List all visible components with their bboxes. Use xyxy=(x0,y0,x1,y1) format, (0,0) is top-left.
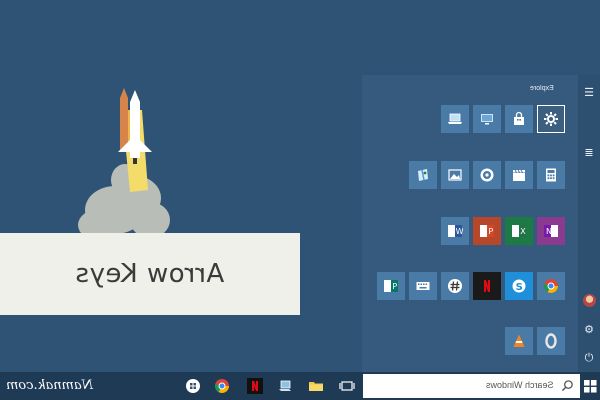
store-tile[interactable] xyxy=(505,105,533,133)
photos-tile[interactable] xyxy=(441,161,469,189)
keyboard-tile[interactable] xyxy=(409,272,437,300)
banner-title: Arrow Keys xyxy=(75,259,225,289)
shopping-bag-icon xyxy=(514,111,524,125)
onenote-tile[interactable]: N xyxy=(537,217,565,245)
chrome-icon xyxy=(544,279,558,293)
groove-tile[interactable] xyxy=(473,161,501,189)
rocket-illustration xyxy=(78,88,170,240)
search-placeholder: Search Windows xyxy=(486,380,554,390)
hashtag-icon xyxy=(448,279,462,293)
windows-logo-icon xyxy=(583,379,597,393)
gear-icon xyxy=(544,112,558,126)
laptop-tile[interactable] xyxy=(441,105,469,133)
file-explorer-icon[interactable] xyxy=(307,377,325,395)
image-icon xyxy=(448,169,462,181)
onenote-icon: N xyxy=(544,225,558,237)
skype-icon: S xyxy=(512,279,526,293)
disc-icon xyxy=(480,168,494,182)
map-icon xyxy=(418,169,428,181)
movies-tile[interactable] xyxy=(505,161,533,189)
remote-tile[interactable] xyxy=(473,105,501,133)
power-icon[interactable]: ⏻ xyxy=(578,347,600,369)
windows-store-icon[interactable] xyxy=(184,377,202,395)
clapperboard-icon xyxy=(513,169,525,181)
svg-text:N: N xyxy=(546,227,552,236)
opera-tile[interactable] xyxy=(537,327,565,355)
svg-text:P: P xyxy=(488,227,493,236)
publisher-icon: P xyxy=(384,280,398,292)
word-icon: W xyxy=(448,225,463,237)
svg-text:W: W xyxy=(456,227,463,236)
user-avatar[interactable] xyxy=(578,289,600,311)
laptop-icon xyxy=(448,113,462,124)
excel-tile[interactable]: X xyxy=(505,217,533,245)
title-banner: Arrow Keys xyxy=(0,233,300,315)
skype-tile[interactable]: S xyxy=(505,272,533,300)
ring-icon xyxy=(545,333,557,349)
chrome-icon[interactable] xyxy=(213,377,231,395)
taskbar: Namnak.com Search Windows xyxy=(0,372,600,400)
start-menu-rail: ☰ ≣ ⚙ ⏻ xyxy=(578,75,600,375)
svg-text:S: S xyxy=(516,282,523,293)
start-menu: Explore N X P W S P ☰ ≣ ⚙ ⏻ xyxy=(362,75,600,375)
svg-text:P: P xyxy=(392,282,397,291)
search-icon xyxy=(561,380,573,392)
avatar xyxy=(582,293,596,307)
word-tile[interactable]: W xyxy=(441,217,469,245)
slack-tile[interactable] xyxy=(441,272,469,300)
start-button[interactable] xyxy=(582,378,598,394)
search-input[interactable]: Search Windows xyxy=(363,374,580,398)
calculator-icon xyxy=(546,168,556,182)
powerpoint-tile[interactable]: P xyxy=(473,217,501,245)
vlc-tile[interactable] xyxy=(505,327,533,355)
hamburger-icon[interactable]: ☰ xyxy=(578,81,600,103)
all-apps-icon[interactable]: ≣ xyxy=(578,141,600,163)
excel-icon: X xyxy=(512,225,526,237)
cone-icon xyxy=(513,334,525,347)
settings-icon[interactable]: ⚙ xyxy=(578,318,600,340)
netflix-icon[interactable] xyxy=(246,377,264,395)
netflix-tile[interactable] xyxy=(473,272,501,300)
settings-tile[interactable] xyxy=(537,105,565,133)
chrome-tile[interactable] xyxy=(537,272,565,300)
task-view-icon[interactable] xyxy=(338,377,356,395)
edge-icon[interactable] xyxy=(276,377,294,395)
tile-group-label: Explore xyxy=(530,85,554,92)
monitor-icon xyxy=(481,114,493,125)
keyboard-icon xyxy=(416,282,430,290)
calculator-tile[interactable] xyxy=(537,161,565,189)
watermark-text: Namnak.com xyxy=(6,378,94,393)
powerpoint-icon: P xyxy=(480,225,494,237)
maps-tile[interactable] xyxy=(409,161,437,189)
publisher-tile[interactable]: P xyxy=(377,272,405,300)
netflix-icon xyxy=(484,280,490,292)
svg-text:X: X xyxy=(520,227,526,236)
